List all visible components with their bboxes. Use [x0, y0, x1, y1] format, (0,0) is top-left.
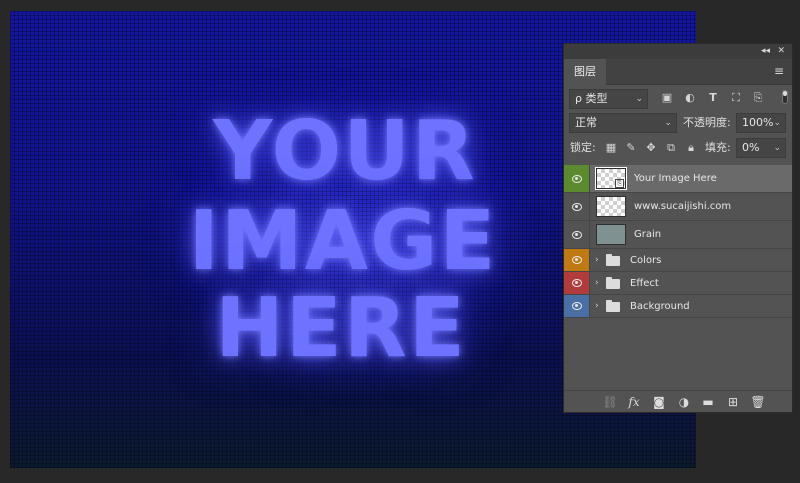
type-filter-icon[interactable]: T — [706, 91, 720, 105]
folder-icon[interactable]: ▬ — [700, 394, 716, 410]
mask-icon[interactable]: ◙ — [651, 394, 667, 410]
tab-layers[interactable]: 图层 — [564, 59, 606, 85]
filter-toggle-switch[interactable] — [782, 90, 788, 104]
chevron-down-icon: ⌄ — [635, 94, 643, 104]
headline-line-2: IMAGE — [188, 194, 498, 289]
fill-label: 填充: — [705, 141, 731, 154]
close-icon[interactable]: ✕ — [777, 44, 785, 59]
panel-title-bar: ◂◂ ✕ — [564, 44, 792, 59]
opacity-label: 不透明度: — [683, 116, 731, 129]
filter-type-dropdown[interactable]: ρ 类型 ⌄ — [569, 89, 648, 109]
image-filter-icon[interactable]: ▣ — [660, 91, 674, 105]
fx-icon[interactable]: fx — [626, 394, 642, 410]
new-layer-icon[interactable]: ⊞ — [725, 394, 741, 410]
opacity-field[interactable]: 100% ⌄ — [736, 113, 786, 133]
smart-object-filter-icon[interactable]: ⎘ — [751, 91, 765, 105]
panel-footer: ⛓ fx ◙ ◑ ▬ ⊞ 🗑︎ — [564, 390, 792, 412]
headline-line-1: YOUR — [213, 104, 477, 199]
fill-value: 0% — [742, 141, 760, 154]
collapse-icon[interactable]: ◂◂ — [761, 44, 770, 59]
headline-line-3: HERE — [215, 281, 467, 376]
panel-menu-icon[interactable]: ≡ — [774, 65, 784, 77]
trash-icon[interactable]: 🗑︎ — [750, 394, 766, 410]
chevron-down-icon: ⌄ — [773, 118, 781, 128]
filter-type-value: ρ 类型 — [575, 92, 608, 105]
adjustment-filter-icon[interactable]: ◐ — [683, 91, 697, 105]
fill-field[interactable]: 0% ⌄ — [736, 138, 786, 158]
link-icon[interactable]: ⛓ — [602, 394, 618, 410]
adjustment-icon[interactable]: ◑ — [676, 394, 692, 410]
chevron-down-icon: ⌄ — [773, 143, 781, 153]
panel-tab-bar: 图层 ≡ — [564, 59, 792, 85]
filter-row: ρ 类型 ⌄ ▣ ◐ T ⛶ ⎘ — [564, 85, 792, 110]
opacity-value: 100% — [742, 116, 774, 129]
shape-filter-icon[interactable]: ⛶ — [729, 91, 743, 105]
